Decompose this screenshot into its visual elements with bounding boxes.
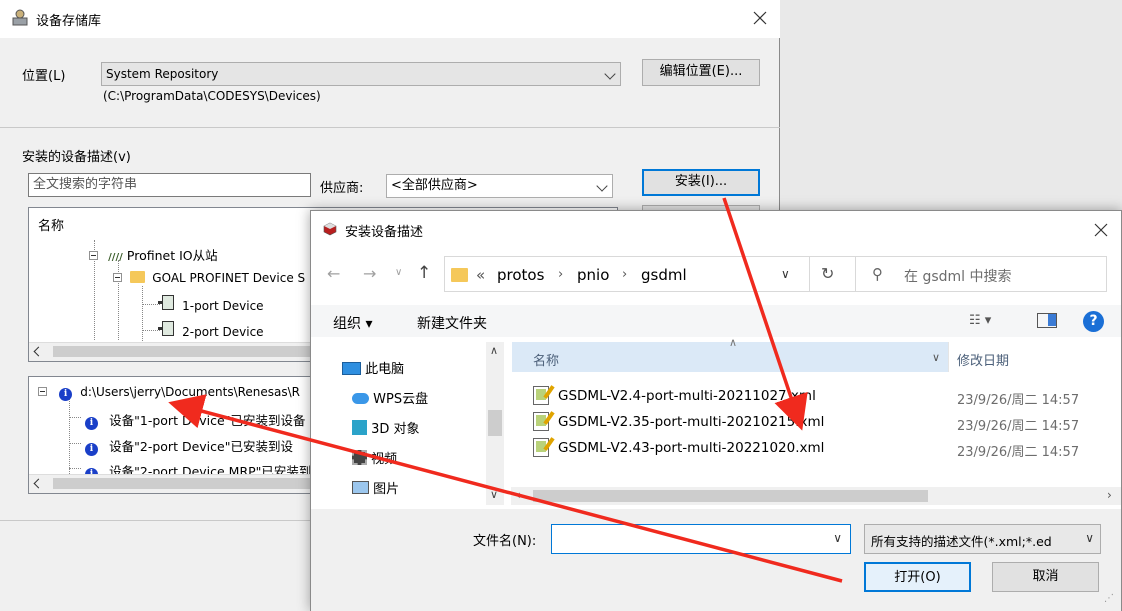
annotation-arrow-to-file: [722, 197, 808, 431]
annotation-overlay: [168, 197, 843, 583]
annotation-arrow-to-log: [168, 394, 843, 583]
